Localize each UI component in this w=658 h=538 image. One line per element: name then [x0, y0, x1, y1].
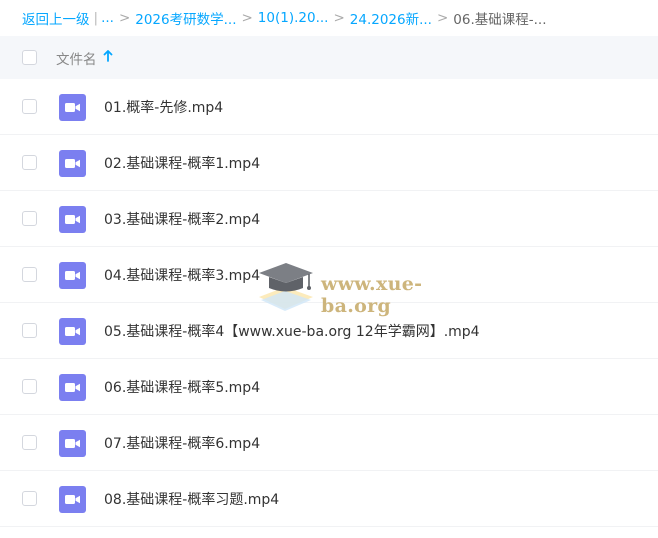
sort-ascending-icon	[103, 49, 113, 66]
row-checkbox[interactable]	[22, 379, 37, 394]
file-row[interactable]: 02.基础课程-概率1.mp4	[0, 135, 658, 191]
row-checkbox[interactable]	[22, 211, 37, 226]
row-checkbox[interactable]	[22, 267, 37, 282]
row-checkbox[interactable]	[22, 155, 37, 170]
row-checkbox[interactable]	[22, 491, 37, 506]
graduation-cap-logo-icon	[255, 257, 317, 319]
video-file-icon	[59, 318, 86, 345]
filename-column-label: 文件名	[56, 51, 97, 68]
breadcrumb-item[interactable]: 2026考研数学...	[135, 8, 236, 28]
sort-by-filename[interactable]: 文件名	[56, 48, 113, 68]
file-row[interactable]: 03.基础课程-概率2.mp4	[0, 191, 658, 247]
breadcrumb-separator: >	[436, 10, 449, 26]
file-name[interactable]: 05.基础课程-概率4【www.xue-ba.org 12年学霸网】.mp4	[104, 321, 480, 341]
video-file-icon	[59, 94, 86, 121]
video-file-icon	[59, 150, 86, 177]
breadcrumb-ellipsis[interactable]: ...	[101, 10, 114, 26]
breadcrumb-item[interactable]: 24.2026新...	[350, 8, 432, 28]
breadcrumb-current: 06.基础课程-...	[453, 12, 547, 28]
video-file-icon	[59, 206, 86, 233]
select-all-checkbox[interactable]	[22, 50, 37, 65]
file-name[interactable]: 04.基础课程-概率3.mp4	[104, 265, 260, 285]
file-row[interactable]: 01.概率-先修.mp4	[0, 79, 658, 135]
row-checkbox[interactable]	[22, 99, 37, 114]
file-name[interactable]: 01.概率-先修.mp4	[104, 97, 223, 117]
file-row[interactable]: 07.基础课程-概率6.mp4	[0, 415, 658, 471]
breadcrumb-separator: >	[118, 10, 131, 26]
breadcrumb-separator: >	[241, 10, 253, 26]
video-file-icon	[59, 430, 86, 457]
video-file-icon	[59, 262, 86, 289]
breadcrumb-divider: |	[93, 10, 99, 26]
watermark-text: www.xue-ba.org	[321, 273, 423, 317]
watermark: www.xue-ba.org	[255, 257, 475, 317]
file-name[interactable]: 06.基础课程-概率5.mp4	[104, 377, 260, 397]
breadcrumb: 返回上一级 | ... > 2026考研数学... > 10(1).20... …	[0, 0, 658, 36]
file-name[interactable]: 07.基础课程-概率6.mp4	[104, 433, 260, 453]
row-checkbox[interactable]	[22, 435, 37, 450]
file-name[interactable]: 03.基础课程-概率2.mp4	[104, 209, 260, 229]
breadcrumb-separator: >	[333, 10, 345, 26]
file-row[interactable]: 08.基础课程-概率习题.mp4	[0, 471, 658, 527]
video-file-icon	[59, 374, 86, 401]
row-checkbox[interactable]	[22, 323, 37, 338]
file-row[interactable]: 06.基础课程-概率5.mp4	[0, 359, 658, 415]
file-name[interactable]: 02.基础课程-概率1.mp4	[104, 153, 260, 173]
video-file-icon	[59, 486, 86, 513]
breadcrumb-item[interactable]: 10(1).20...	[258, 10, 329, 26]
back-link[interactable]: 返回上一级	[22, 8, 90, 28]
file-list-header: 文件名	[0, 36, 658, 79]
file-name[interactable]: 08.基础课程-概率习题.mp4	[104, 489, 279, 509]
